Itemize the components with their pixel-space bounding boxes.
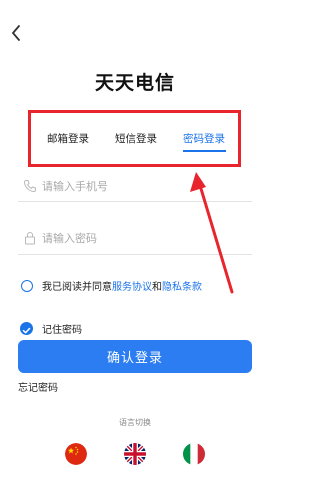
- language-switch-label: 语言切换: [119, 418, 151, 427]
- page-title: 天天电信: [94, 72, 175, 94]
- service-agreement-link[interactable]: 服务协议: [112, 282, 152, 293]
- confirm-login-button[interactable]: 确认登录: [18, 340, 252, 373]
- lock-icon: [23, 230, 37, 245]
- active-tab-indicator: [183, 150, 226, 152]
- password-input[interactable]: 请输入密码: [42, 230, 242, 246]
- tab-email-login[interactable]: 邮箱登录: [47, 131, 89, 146]
- remember-label: 记住密码: [42, 325, 82, 336]
- chevron-left-icon: [11, 25, 20, 41]
- agreement-text: 我已阅读并同意服务协议和隐私条款: [42, 278, 202, 293]
- phone-icon: [23, 178, 37, 193]
- agreement-radio[interactable]: [21, 280, 33, 292]
- privacy-policy-link[interactable]: 隐私条款: [162, 282, 202, 293]
- password-divider: [18, 254, 252, 255]
- agreement-prefix: 我已阅读并同意: [42, 282, 112, 293]
- uk-flag-icon[interactable]: [124, 443, 146, 465]
- forgot-password-link[interactable]: 忘记密码: [18, 379, 58, 394]
- remember-checkbox[interactable]: [20, 322, 33, 335]
- checkmark-icon: [22, 327, 31, 334]
- tab-password-login[interactable]: 密码登录: [183, 131, 225, 146]
- phone-input[interactable]: 请输入手机号: [42, 178, 242, 194]
- back-button[interactable]: [8, 22, 26, 44]
- tab-sms-login[interactable]: 短信登录: [115, 131, 157, 146]
- agreement-and: 和: [152, 282, 162, 293]
- chinese-flag-icon[interactable]: [65, 443, 87, 465]
- phone-divider: [18, 201, 252, 202]
- italy-flag-icon[interactable]: [183, 443, 205, 465]
